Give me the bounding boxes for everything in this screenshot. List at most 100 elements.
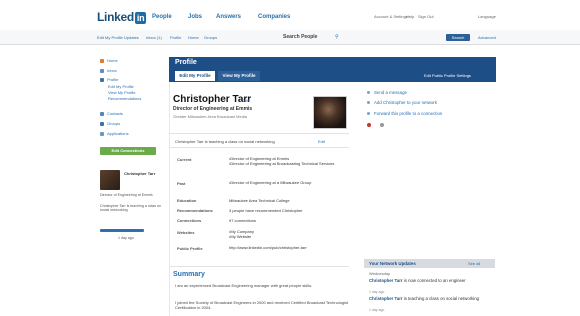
- profile-photo[interactable]: [313, 96, 347, 129]
- field-label-websites: Websites: [177, 230, 195, 235]
- subbar-groups[interactable]: Groups: [204, 35, 217, 40]
- account-settings-link[interactable]: Account & Settings: [374, 14, 408, 19]
- sidebar-item-applications[interactable]: Applications: [100, 131, 129, 136]
- bullet-icon: [367, 112, 370, 116]
- search-people-dropdown[interactable]: Search People: [283, 34, 317, 40]
- sidebar-item-label: Home: [107, 58, 118, 63]
- profile-location: Greater Milwaukee Area Broadcast Media: [173, 114, 248, 119]
- field-value-connections[interactable]: 97 connections: [229, 218, 349, 223]
- update-text: is teaching a class on social networking: [403, 296, 480, 301]
- logo-text: Linked: [97, 10, 134, 24]
- update-person-link[interactable]: Christopher Tarr: [369, 296, 403, 301]
- edit-status-link[interactable]: Edit: [318, 139, 325, 144]
- help-link[interactable]: Help: [406, 14, 414, 19]
- subbar-profile[interactable]: Profile: [170, 35, 181, 40]
- field-label-connections: Connections: [177, 218, 202, 223]
- action-label: Send a message: [374, 90, 407, 95]
- update-person-link[interactable]: Christopher Tarr: [369, 278, 403, 283]
- field-label-recommendations: Recommendations: [177, 208, 213, 213]
- sidebar-item-view-my-profile[interactable]: View My Profile: [108, 90, 136, 95]
- sidebar-item-inbox[interactable]: Inbox: [100, 68, 117, 73]
- profile-headline: Director of Engineering at Emmis: [173, 106, 253, 112]
- field-value-past: Director of Engineering at a Milwaukee G…: [229, 180, 349, 185]
- sidebar-item-groups[interactable]: Groups: [100, 121, 120, 126]
- network-update-item: Christopher Tarr is teaching a class on …: [369, 296, 495, 301]
- content-divider: [169, 82, 170, 316]
- field-label-education: Education: [177, 198, 197, 203]
- action-label: Add Christopher to your network: [374, 100, 437, 105]
- sidebar-item-label: Applications: [107, 131, 129, 136]
- update-text: is now connected to an engineer: [403, 278, 466, 283]
- sidebar-item-label: Inbox: [107, 68, 117, 73]
- network-update-item: Christopher Tarr is now connected to an …: [369, 278, 495, 283]
- summary-heading: Summary: [173, 271, 205, 278]
- sidebar-card-headline: Director of Engineering at Emmis: [100, 193, 153, 197]
- profile-status: Christopher Tarr is teaching a class on …: [175, 139, 275, 144]
- field-value-education[interactable]: Milwaukee Area Technical College: [229, 198, 349, 203]
- past-position-1[interactable]: Director of Engineering at a Milwaukee G…: [229, 180, 349, 185]
- profile-header-title: Profile: [175, 59, 197, 66]
- search-icon[interactable]: ⚲: [335, 34, 339, 40]
- advanced-search-link[interactable]: Advanced: [478, 35, 496, 40]
- current-position-2[interactable]: Director of Engineering at Broadcasting …: [229, 161, 349, 166]
- field-value-recommendations[interactable]: 3 people have recommended Christopher: [229, 208, 349, 213]
- update-timestamp: 1 day ago: [369, 308, 385, 312]
- home-icon: [100, 58, 104, 63]
- summary-paragraph-1: I am an experienced Broadcast Engineerin…: [175, 283, 313, 288]
- nav-people[interactable]: People: [152, 14, 172, 20]
- edit-public-profile-link[interactable]: Edit Public Profile Settings: [424, 73, 471, 78]
- sidebar-item-label: Groups: [107, 121, 121, 126]
- tab-edit-my-profile[interactable]: Edit My Profile: [175, 71, 215, 81]
- logo-in-badge: in: [134, 12, 147, 24]
- sign-out-link[interactable]: Sign Out: [418, 14, 434, 19]
- bullet-icon: [367, 91, 370, 95]
- more-icon[interactable]: [380, 123, 384, 127]
- edit-connections-button[interactable]: Edit Connections: [100, 147, 156, 155]
- subbar-edit-profile-updates[interactable]: Edit My Profile Updates: [97, 35, 139, 40]
- profile-icon: [100, 77, 104, 82]
- field-label-current: Current: [177, 157, 192, 162]
- divider: [169, 133, 349, 134]
- sidebar-item-recommendations[interactable]: Recommendations: [108, 96, 141, 101]
- search-button[interactable]: Search: [446, 34, 470, 41]
- nav-answers[interactable]: Answers: [216, 14, 241, 20]
- sidebar-card-progress: [100, 229, 144, 232]
- nav-companies[interactable]: Companies: [258, 14, 290, 20]
- send-message-link[interactable]: Send a message: [367, 90, 407, 95]
- action-label: Forward this profile to a connection: [374, 111, 443, 116]
- subbar-inbox[interactable]: Inbox (1): [146, 35, 162, 40]
- groups-icon: [100, 121, 104, 126]
- divider: [169, 266, 349, 267]
- website-link-2[interactable]: My Website: [229, 234, 349, 239]
- add-to-network-link[interactable]: Add Christopher to your network: [367, 100, 437, 105]
- field-value-websites: My Company My Website: [229, 229, 349, 239]
- field-value-public-profile[interactable]: http://www.linkedin.com/pub/christopher-…: [229, 245, 309, 250]
- language-link[interactable]: Language: [478, 14, 496, 19]
- network-updates-see-all[interactable]: See all: [468, 261, 480, 266]
- profile-name: Christopher Tarr: [173, 94, 252, 105]
- field-label-public-profile: Public Profile: [177, 246, 203, 251]
- sidebar-item-home[interactable]: Home: [100, 58, 118, 63]
- sidebar-item-contacts[interactable]: Contacts: [100, 111, 123, 116]
- field-label-past: Past: [177, 181, 186, 186]
- subbar-home[interactable]: Home: [188, 35, 199, 40]
- summary-paragraph-2: I joined the Society of Broadcast Engine…: [175, 300, 349, 310]
- tab-view-my-profile[interactable]: View My Profile: [218, 71, 260, 81]
- nav-jobs[interactable]: Jobs: [188, 14, 202, 20]
- contacts-icon: [100, 111, 104, 116]
- network-updates-date: Wednesday: [369, 271, 391, 276]
- sidebar-item-edit-my-profile[interactable]: Edit My Profile: [108, 84, 134, 89]
- sidebar-item-label: Profile: [107, 77, 119, 82]
- linkedin-logo[interactable]: Linked in: [97, 10, 147, 24]
- sidebar-card-timestamp: 1 day ago: [118, 236, 134, 240]
- sidebar-avatar[interactable]: [100, 170, 120, 190]
- sidebar-card-name[interactable]: Christopher Tarr: [124, 171, 158, 176]
- update-timestamp: 1 day ago: [369, 290, 385, 294]
- linkedin-page: Linked in People Jobs Answers Companies A…: [0, 0, 580, 316]
- forward-profile-link[interactable]: Forward this profile to a connection: [367, 111, 442, 116]
- field-value-current: Director of Engineering at Emmis Directo…: [229, 156, 349, 166]
- network-updates-title: Your Network Updates: [369, 261, 416, 266]
- edit-name-link[interactable]: Edit: [242, 98, 249, 103]
- share-icon[interactable]: [367, 123, 371, 127]
- sidebar-item-profile[interactable]: Profile: [100, 77, 118, 82]
